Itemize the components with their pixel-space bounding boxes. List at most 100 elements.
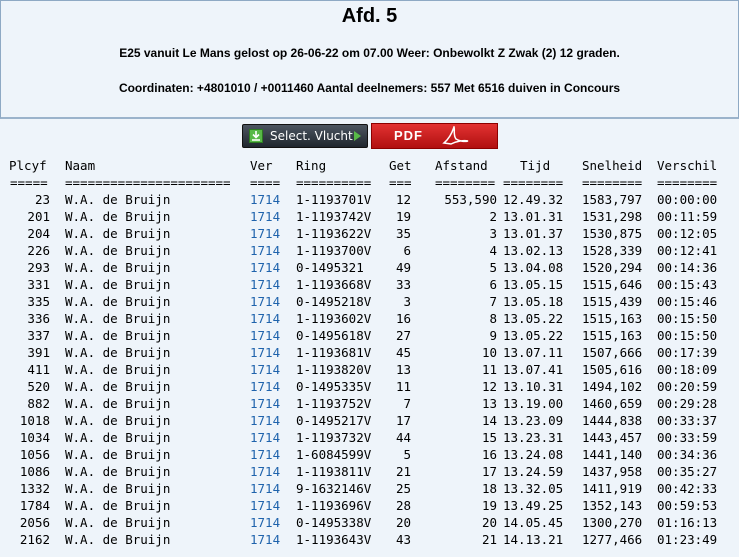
verschil-cell: 00:12:05 [657, 226, 718, 241]
separator: ======== [503, 175, 564, 190]
afstand-cell: 19 [481, 498, 497, 513]
name-cell: W.A. de Bruijn [65, 498, 171, 513]
ring-cell: 1-1193742V [296, 209, 372, 224]
table-row: 1086 W.A. de Bruijn 1714 1-1193811V 21 17 13.2… [0, 463, 739, 480]
verschil-cell: 01:16:13 [657, 515, 718, 530]
verschil-cell: 00:18:09 [657, 362, 718, 377]
ver-link[interactable]: 1714 [250, 463, 280, 480]
name-cell: W.A. de Bruijn [65, 362, 171, 377]
acrobat-icon [442, 126, 469, 145]
afstand-cell: 10 [481, 345, 497, 360]
placement-cell: 335 [27, 294, 50, 309]
pdf-button[interactable]: PDF [371, 123, 498, 149]
ver-link[interactable]: 1714 [250, 395, 280, 412]
ver-link[interactable]: 1714 [250, 276, 280, 293]
table-row: 1056 W.A. de Bruijn 1714 1-6084599V 5 16 13.24… [0, 446, 739, 463]
name-cell: W.A. de Bruijn [65, 209, 171, 224]
ver-link[interactable]: 1714 [250, 191, 280, 208]
table-row: 1332 W.A. de Bruijn 1714 9-1632146V 25 18 13.3… [0, 480, 739, 497]
ver-link[interactable]: 1714 [250, 208, 280, 225]
table-separator: ===== ====================== ==== ======… [0, 174, 739, 191]
separator: ======== [657, 175, 718, 190]
snelheid-cell: 1494,102 [582, 379, 643, 394]
name-cell: W.A. de Bruijn [65, 379, 171, 394]
ver-link[interactable]: 1714 [250, 514, 280, 531]
placement-cell: 520 [27, 379, 50, 394]
placement-cell: 226 [27, 243, 50, 258]
tijd-cell: 13.49.25 [503, 498, 564, 513]
ver-link[interactable]: 1714 [250, 378, 280, 395]
ring-cell: 1-1193696V [296, 498, 372, 513]
afstand-cell: 16 [481, 447, 497, 462]
verschil-cell: 00:12:41 [657, 243, 718, 258]
name-cell: W.A. de Bruijn [65, 260, 171, 275]
col-header-snelheid: Snelheid [582, 158, 643, 173]
col-header-naam: Naam [65, 158, 96, 173]
tijd-cell: 13.23.31 [503, 430, 564, 445]
tijd-cell: 13.07.41 [503, 362, 564, 377]
ver-link[interactable]: 1714 [250, 361, 280, 378]
afstand-cell: 12 [481, 379, 497, 394]
snelheid-cell: 1507,666 [582, 345, 643, 360]
ver-link[interactable]: 1714 [250, 225, 280, 242]
ver-link[interactable]: 1714 [250, 344, 280, 361]
get-cell: 43 [395, 532, 411, 547]
placement-cell: 1784 [19, 498, 50, 513]
select-vlucht-button[interactable]: Select. Vlucht [242, 124, 368, 148]
tijd-cell: 13.05.22 [503, 311, 564, 326]
ver-link[interactable]: 1714 [250, 446, 280, 463]
ring-cell: 1-1193811V [296, 464, 372, 479]
table-row: 331 W.A. de Bruijn 1714 1-1193668V 33 6 13.05.… [0, 276, 739, 293]
afstand-cell: 4 [489, 243, 497, 258]
ver-link[interactable]: 1714 [250, 259, 280, 276]
snelheid-cell: 1583,797 [582, 192, 643, 207]
get-cell: 44 [395, 430, 411, 445]
table-header: Plcyf Naam Ver Ring Get Afstand Tijd Sne… [0, 157, 739, 174]
ver-link[interactable]: 1714 [250, 531, 280, 548]
afstand-cell: 18 [481, 481, 497, 496]
ver-link[interactable]: 1714 [250, 242, 280, 259]
get-cell: 16 [395, 311, 411, 326]
snelheid-cell: 1528,339 [582, 243, 643, 258]
ver-link[interactable]: 1714 [250, 497, 280, 514]
separator: ===== [10, 175, 48, 190]
verschil-cell: 00:33:59 [657, 430, 718, 445]
ver-link[interactable]: 1714 [250, 480, 280, 497]
tijd-cell: 13.24.08 [503, 447, 564, 462]
tijd-cell: 13.24.59 [503, 464, 564, 479]
race-header: Afd. 5 E25 vanuit Le Mans gelost op 26-0… [0, 0, 739, 119]
table-row: 337 W.A. de Bruijn 1714 0-1495618V 27 9 13.05.… [0, 327, 739, 344]
get-cell: 12 [395, 192, 411, 207]
table-row: 335 W.A. de Bruijn 1714 0-1495218V 3 7 13.05.1… [0, 293, 739, 310]
col-header-ver: Ver [250, 158, 273, 173]
ring-cell: 1-1193820V [296, 362, 372, 377]
ring-cell: 1-1193602V [296, 311, 372, 326]
snelheid-cell: 1531,298 [582, 209, 643, 224]
snelheid-cell: 1515,646 [582, 277, 643, 292]
ver-link[interactable]: 1714 [250, 412, 280, 429]
ver-link[interactable]: 1714 [250, 293, 280, 310]
verschil-cell: 00:29:28 [657, 396, 718, 411]
placement-cell: 2056 [19, 515, 50, 530]
download-icon [249, 129, 263, 143]
name-cell: W.A. de Bruijn [65, 413, 171, 428]
snelheid-cell: 1411,919 [582, 481, 643, 496]
afstand-cell: 20 [481, 515, 497, 530]
ver-link[interactable]: 1714 [250, 429, 280, 446]
placement-cell: 1332 [19, 481, 50, 496]
afstand-cell: 553,590 [444, 192, 497, 207]
get-cell: 25 [395, 481, 411, 496]
table-row: 204 W.A. de Bruijn 1714 1-1193622V 35 3 13.01.… [0, 225, 739, 242]
get-cell: 27 [395, 328, 411, 343]
snelheid-cell: 1277,466 [582, 532, 643, 547]
snelheid-cell: 1515,163 [582, 328, 643, 343]
afstand-cell: 13 [481, 396, 497, 411]
ver-link[interactable]: 1714 [250, 310, 280, 327]
placement-cell: 882 [27, 396, 50, 411]
snelheid-cell: 1515,163 [582, 311, 643, 326]
ver-link[interactable]: 1714 [250, 327, 280, 344]
snelheid-cell: 1460,659 [582, 396, 643, 411]
name-cell: W.A. de Bruijn [65, 447, 171, 462]
table-row: 520 W.A. de Bruijn 1714 0-1495335V 11 12 13.10… [0, 378, 739, 395]
get-cell: 6 [403, 243, 411, 258]
